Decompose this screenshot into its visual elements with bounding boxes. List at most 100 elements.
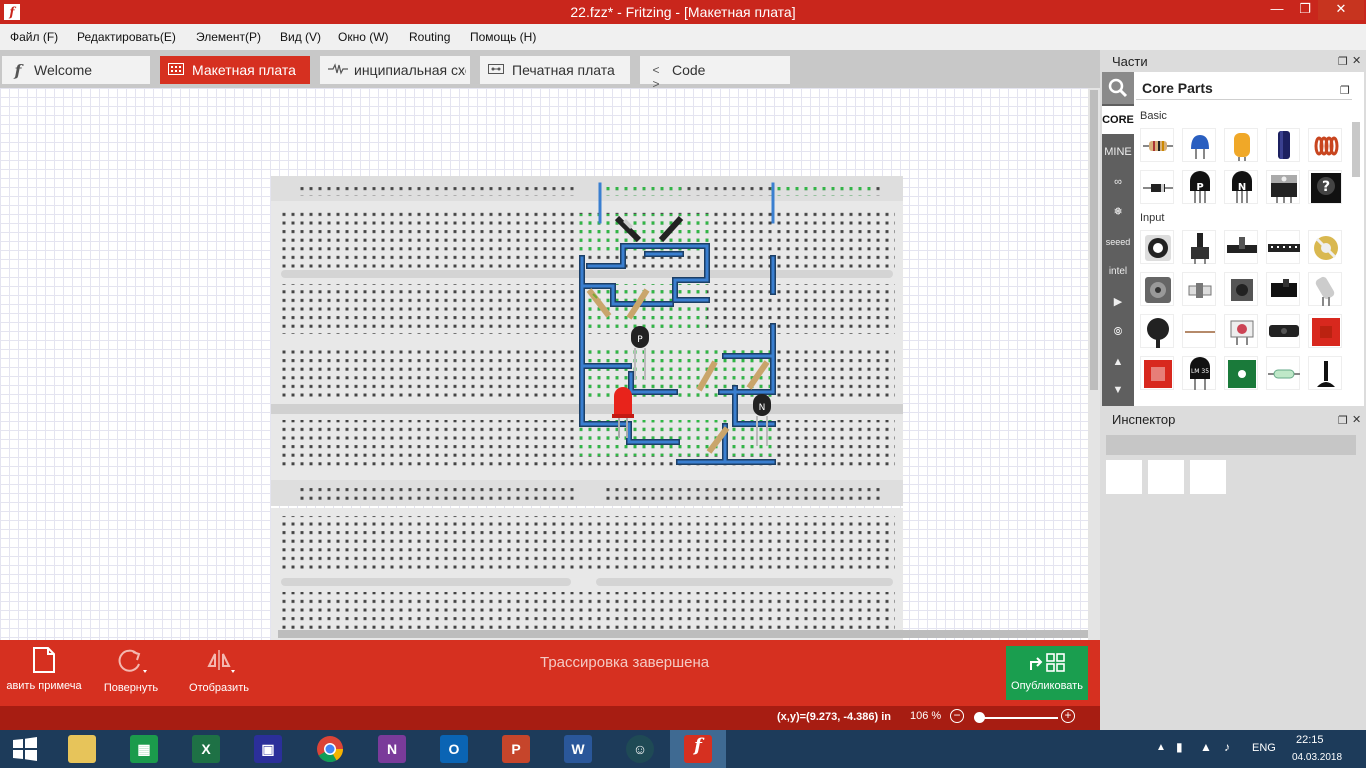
tray-show-hidden-icon[interactable]: ▲ xyxy=(1156,742,1166,753)
taskbar-file-explorer[interactable] xyxy=(54,730,108,768)
panel-float-icon[interactable]: ❐ xyxy=(1338,55,1348,68)
fsr-part-icon[interactable] xyxy=(1140,314,1174,348)
tab-breadboard[interactable]: Макетная плата xyxy=(160,56,310,84)
trimmer-part-icon[interactable] xyxy=(1308,230,1342,264)
title-bar: f 22.fzz* - Fritzing - [Макетная плата] … xyxy=(0,0,1366,24)
taskbar-fritzing[interactable]: f xyxy=(670,730,726,768)
breadboard-canvas[interactable]: fritzing xyxy=(0,88,1088,640)
breakout-board-part-icon[interactable] xyxy=(1308,314,1342,348)
publish-button[interactable]: Опубликовать xyxy=(1006,646,1088,700)
menu-part[interactable]: Элемент(P) xyxy=(196,30,261,44)
menu-routing[interactable]: Routing xyxy=(409,30,450,44)
large-capacitor-part-icon[interactable] xyxy=(1266,128,1300,162)
close-button[interactable]: ✕ xyxy=(1318,0,1364,20)
electrolytic-capacitor-part-icon[interactable] xyxy=(1224,128,1258,162)
tab-welcome[interactable]: f Welcome xyxy=(2,56,150,84)
menu-window[interactable]: Окно (W) xyxy=(338,30,389,44)
maximize-button[interactable]: ❐ xyxy=(1290,0,1320,20)
parts-search-icon[interactable] xyxy=(1102,72,1134,104)
minimize-button[interactable]: — xyxy=(1262,0,1292,20)
rotate-button[interactable]: Повернуть xyxy=(98,646,164,700)
npn-transistor-part-icon[interactable]: N xyxy=(1224,170,1258,204)
taskbar-android-app[interactable]: ☺ xyxy=(612,730,666,768)
canvas-vertical-scrollbar[interactable] xyxy=(1088,88,1100,640)
menu-edit[interactable]: Редактировать(E) xyxy=(77,30,176,44)
taskbar-excel[interactable]: X xyxy=(178,730,232,768)
svg-text:LM 35: LM 35 xyxy=(1191,368,1209,375)
sensor-board-part-icon[interactable] xyxy=(1224,314,1258,348)
taskbar-chrome[interactable] xyxy=(302,730,356,768)
tilt-sensor-part-icon[interactable] xyxy=(1308,272,1342,306)
zoom-slider[interactable] xyxy=(976,717,1058,719)
inspector-float-icon[interactable]: ❐ xyxy=(1338,414,1348,427)
zoom-slider-handle[interactable] xyxy=(974,712,985,723)
stepper-part-icon[interactable] xyxy=(1140,272,1174,306)
tab-pcb[interactable]: Печатная плата xyxy=(480,56,630,84)
potentiometer-part-icon[interactable] xyxy=(1140,230,1174,264)
parts-bin-title: Core Parts xyxy=(1142,80,1213,96)
inspector-close-icon[interactable]: ✕ xyxy=(1352,413,1361,426)
play-bin-icon[interactable]: ▶ xyxy=(1102,288,1134,316)
tray-volume-icon[interactable]: ♪ xyxy=(1224,740,1230,754)
slide-switch-part-icon[interactable] xyxy=(1266,272,1300,306)
tab-schematic[interactable]: инципиальная схе xyxy=(320,56,470,84)
sparkfun-bin-icon[interactable]: ❅ xyxy=(1102,198,1134,226)
taskbar-onenote[interactable]: N xyxy=(364,730,418,768)
ceramic-capacitor-part-icon[interactable] xyxy=(1182,128,1216,162)
pnp-transistor-part-icon[interactable]: P xyxy=(1182,170,1216,204)
tray-network-icon[interactable]: ▲ xyxy=(1200,740,1212,754)
tray-date[interactable]: 04.03.2018 xyxy=(1292,752,1342,763)
factory-bin-icon[interactable]: ▲ xyxy=(1102,348,1134,376)
rotary-potentiometer-part-icon[interactable] xyxy=(1182,230,1216,264)
resistor-part-icon[interactable] xyxy=(1140,128,1174,162)
canvas-horizontal-scrollbar[interactable] xyxy=(278,630,1088,638)
menu-view[interactable]: Вид (V) xyxy=(280,30,321,44)
start-button[interactable] xyxy=(0,730,54,768)
pushbutton-part-icon[interactable] xyxy=(1224,272,1258,306)
joystick-part-icon[interactable] xyxy=(1308,356,1342,390)
inspector-pcb-preview xyxy=(1190,460,1226,494)
green-board-part-icon[interactable] xyxy=(1224,356,1258,390)
taskbar-outlook[interactable]: O xyxy=(426,730,480,768)
mystery-part-icon[interactable]: ? xyxy=(1308,170,1342,204)
intel-bin-icon[interactable]: intel xyxy=(1102,258,1134,286)
temperature-sensor-part-icon[interactable]: LM 35 xyxy=(1182,356,1216,390)
tab-code[interactable]: < > Code xyxy=(640,56,790,91)
taskbar-word[interactable]: W xyxy=(550,730,604,768)
seeed-bin-icon[interactable]: seeed xyxy=(1102,228,1134,256)
tray-battery-icon[interactable]: ▮ xyxy=(1176,740,1183,754)
toggle-switch-part-icon[interactable] xyxy=(1182,272,1216,306)
add-note-button[interactable]: авить примеча xyxy=(2,646,86,700)
diode-part-icon[interactable] xyxy=(1140,170,1174,204)
bin-core[interactable]: CORE xyxy=(1102,106,1134,134)
store-icon: ▦ xyxy=(130,735,158,763)
bin-menu-icon[interactable]: ❐ xyxy=(1340,84,1350,97)
tray-time[interactable]: 22:15 xyxy=(1296,734,1324,746)
ir-receiver-part-icon[interactable] xyxy=(1266,314,1300,348)
arduino-bin-icon[interactable]: ∞ xyxy=(1102,168,1134,196)
flex-sensor-part-icon[interactable] xyxy=(1182,314,1216,348)
reed-switch-part-icon[interactable] xyxy=(1266,356,1300,390)
snootlab-bin-icon[interactable]: ⦾ xyxy=(1102,318,1134,346)
menu-file[interactable]: Файл (F) xyxy=(10,30,58,44)
bin-mine[interactable]: MINE xyxy=(1102,138,1134,166)
taskbar-powerpoint[interactable]: P xyxy=(488,730,542,768)
red-board-part-icon[interactable] xyxy=(1140,356,1174,390)
section-input: Input xyxy=(1140,212,1165,224)
taskbar-save-app[interactable]: ▣ xyxy=(240,730,294,768)
menu-help[interactable]: Помощь (H) xyxy=(470,30,536,44)
inductor-part-icon[interactable] xyxy=(1308,128,1342,162)
tray-language[interactable]: ENG xyxy=(1252,742,1276,754)
dip-switch-part-icon[interactable] xyxy=(1266,230,1300,264)
windows-taskbar: ▦ X ▣ N O P W ☺ f ▲ ▮ ▲ ♪ ENG 22:15 04.0… xyxy=(0,730,1366,768)
fet-transistor-part-icon[interactable] xyxy=(1266,170,1300,204)
flip-button[interactable]: Отобразить xyxy=(184,646,254,700)
zoom-in-button[interactable]: + xyxy=(1061,709,1075,723)
breadboard[interactable]: P N xyxy=(271,176,903,640)
zoom-out-button[interactable]: − xyxy=(950,709,964,723)
more-bins-icon[interactable]: ▼ xyxy=(1102,376,1134,404)
taskbar-store[interactable]: ▦ xyxy=(116,730,170,768)
parts-scrollbar[interactable] xyxy=(1352,122,1360,177)
slide-potentiometer-part-icon[interactable] xyxy=(1224,230,1258,264)
panel-close-icon[interactable]: ✕ xyxy=(1352,54,1361,67)
